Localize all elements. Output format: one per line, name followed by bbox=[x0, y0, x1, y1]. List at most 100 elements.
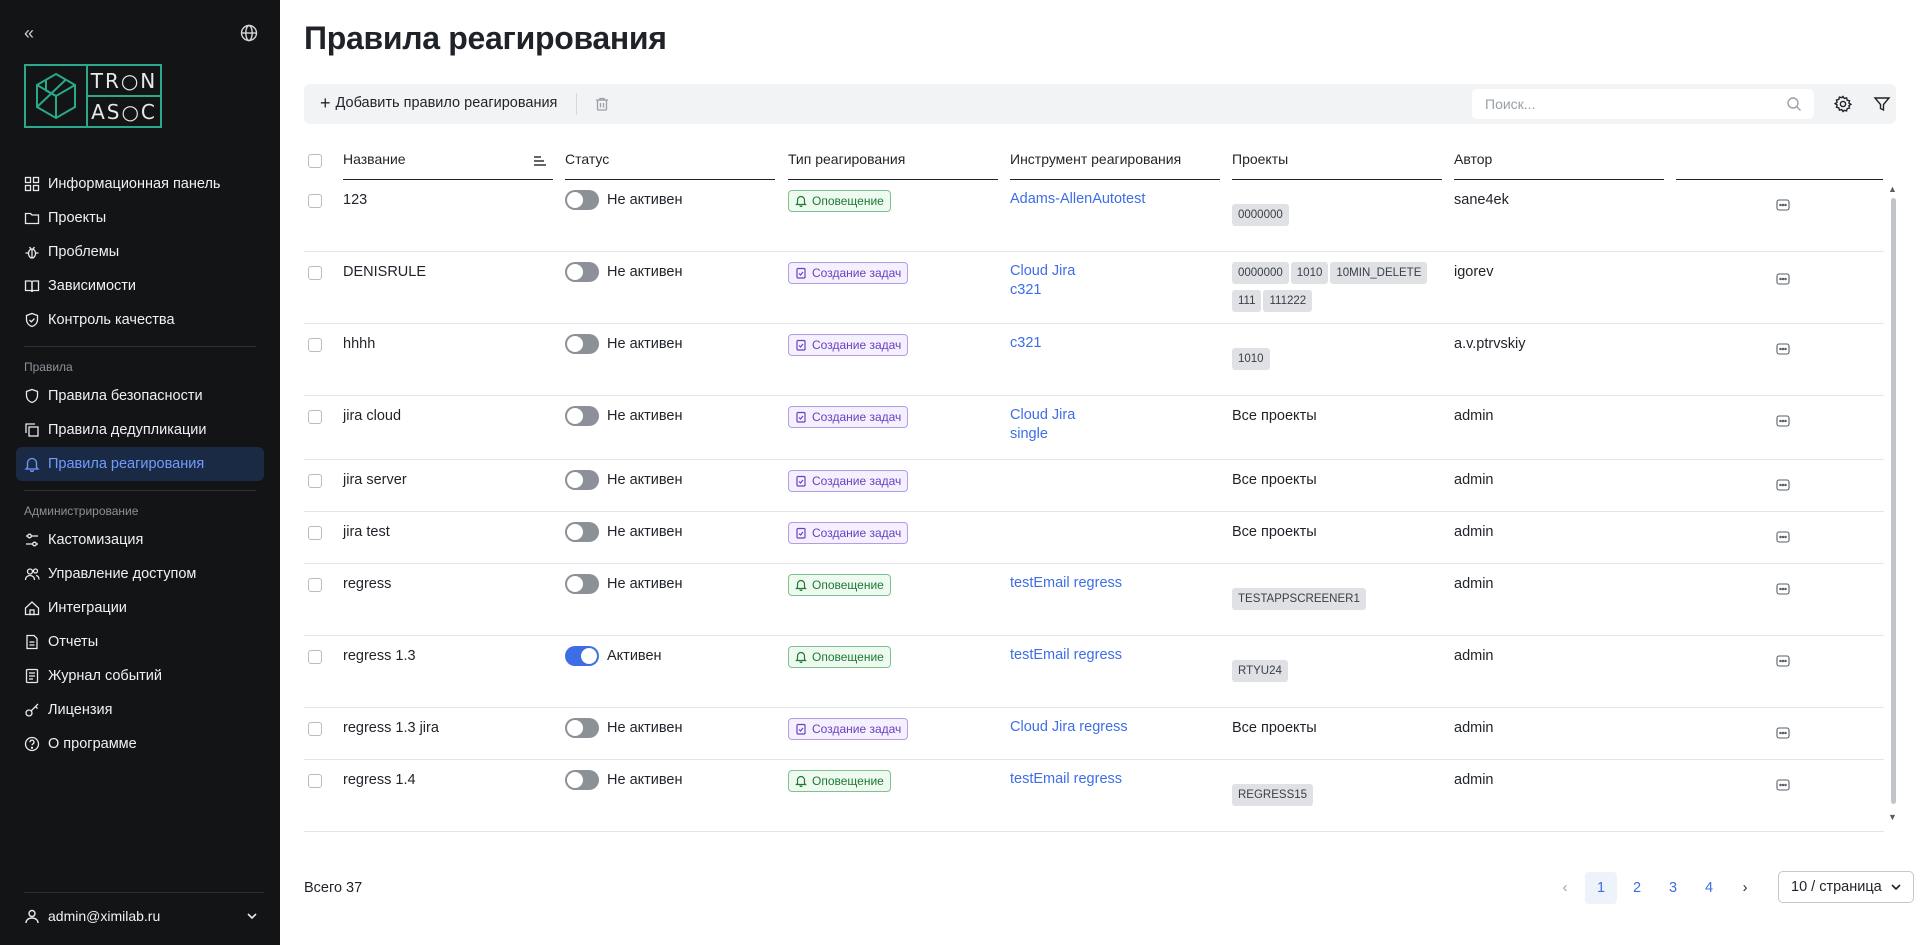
rule-name[interactable]: regress bbox=[343, 576, 391, 592]
status-toggle[interactable] bbox=[565, 646, 599, 666]
more-actions-icon[interactable] bbox=[1776, 582, 1790, 596]
row-checkbox[interactable] bbox=[308, 578, 322, 592]
table-row[interactable]: regress 1.3 Активен Оповещение testEmail re… bbox=[304, 636, 1884, 708]
row-checkbox[interactable] bbox=[308, 410, 322, 424]
column-header-tool[interactable]: Инструмент реагирования bbox=[1010, 151, 1181, 167]
sort-icon[interactable] bbox=[533, 155, 547, 167]
column-header-status[interactable]: Статус bbox=[565, 151, 609, 167]
page-size-select[interactable]: 10 / страница bbox=[1778, 871, 1914, 903]
column-header-type[interactable]: Тип реагирования bbox=[788, 151, 905, 167]
page-3-button[interactable]: 3 bbox=[1657, 872, 1689, 904]
tool-link[interactable]: c321 bbox=[1010, 331, 1041, 355]
column-header-projects[interactable]: Проекты bbox=[1232, 151, 1288, 167]
tool-link[interactable]: testEmail regress bbox=[1010, 643, 1122, 667]
scroll-up-arrow[interactable]: ▲ bbox=[1888, 184, 1897, 194]
rule-name[interactable]: regress 1.3 jira bbox=[343, 720, 439, 736]
rule-name[interactable]: hhhh bbox=[343, 336, 375, 352]
table-row[interactable]: regress 1.4 Не активен Оповещение testEmail… bbox=[304, 760, 1884, 832]
sidebar-item-book[interactable]: Зависимости bbox=[16, 269, 264, 303]
sidebar-item-dashboard[interactable]: Информационная панель bbox=[16, 167, 264, 201]
row-checkbox[interactable] bbox=[308, 650, 322, 664]
rule-name[interactable]: regress 1.4 bbox=[343, 772, 416, 788]
sidebar-item-help[interactable]: О программе bbox=[16, 727, 264, 761]
status-toggle[interactable] bbox=[565, 334, 599, 354]
rule-name[interactable]: jira cloud bbox=[343, 408, 401, 424]
sidebar-item-users[interactable]: Управление доступом bbox=[16, 557, 264, 591]
add-rule-button[interactable]: + Добавить правило реагирования bbox=[320, 94, 557, 112]
row-checkbox[interactable] bbox=[308, 774, 322, 788]
status-toggle[interactable] bbox=[565, 522, 599, 542]
rule-name[interactable]: regress 1.3 bbox=[343, 648, 416, 664]
more-actions-icon[interactable] bbox=[1776, 778, 1790, 792]
sidebar-item-folder[interactable]: Проекты bbox=[16, 201, 264, 235]
table-row[interactable]: hhhh Не активен Создание задач c321 1010 a.v.… bbox=[304, 324, 1884, 396]
rule-name[interactable]: jira server bbox=[343, 472, 407, 488]
status-toggle[interactable] bbox=[565, 470, 599, 490]
table-row[interactable]: DENISRULE Не активен Создание задач Cloud J… bbox=[304, 252, 1884, 324]
filter-icon[interactable] bbox=[1873, 95, 1891, 113]
status-toggle[interactable] bbox=[565, 262, 599, 282]
row-checkbox[interactable] bbox=[308, 194, 322, 208]
status-toggle[interactable] bbox=[565, 190, 599, 210]
select-all-checkbox[interactable] bbox=[308, 154, 322, 168]
page-2-button[interactable]: 2 bbox=[1621, 872, 1653, 904]
sidebar-item-sliders[interactable]: Кастомизация bbox=[16, 523, 264, 557]
row-checkbox[interactable] bbox=[308, 338, 322, 352]
sidebar-item-key[interactable]: Лицензия bbox=[16, 693, 264, 727]
sidebar-item-bell[interactable]: Правила реагирования bbox=[16, 447, 264, 481]
more-actions-icon[interactable] bbox=[1776, 726, 1790, 740]
sidebar-item-shield-check[interactable]: Контроль качества bbox=[16, 303, 264, 337]
status-toggle[interactable] bbox=[565, 718, 599, 738]
next-page-button[interactable]: › bbox=[1729, 872, 1761, 904]
more-actions-icon[interactable] bbox=[1776, 478, 1790, 492]
sidebar-item-plug[interactable]: Интеграции bbox=[16, 591, 264, 625]
page-4-button[interactable]: 4 bbox=[1693, 872, 1725, 904]
scroll-down-arrow[interactable]: ▼ bbox=[1888, 812, 1897, 822]
status-toggle[interactable] bbox=[565, 406, 599, 426]
search-input[interactable] bbox=[1485, 96, 1775, 112]
tool-link[interactable]: Adams-AllenAutotest bbox=[1010, 187, 1145, 211]
more-actions-icon[interactable] bbox=[1776, 654, 1790, 668]
row-checkbox[interactable] bbox=[308, 526, 322, 540]
sidebar-item-report[interactable]: Отчеты bbox=[16, 625, 264, 659]
trash-icon[interactable] bbox=[594, 96, 610, 112]
column-header-name[interactable]: Название bbox=[343, 151, 406, 167]
rule-name[interactable]: 123 bbox=[343, 192, 367, 208]
more-actions-icon[interactable] bbox=[1776, 414, 1790, 428]
gear-icon[interactable] bbox=[1834, 95, 1852, 113]
table-row[interactable]: jira test Не активен Создание задач Все про… bbox=[304, 512, 1884, 564]
table-row[interactable]: regress 1.3 jira Не активен Создание задач… bbox=[304, 708, 1884, 760]
table-row[interactable]: jira server Не активен Создание задач Все п… bbox=[304, 460, 1884, 512]
status-toggle[interactable] bbox=[565, 574, 599, 594]
row-checkbox[interactable] bbox=[308, 474, 322, 488]
search-icon[interactable] bbox=[1786, 96, 1802, 112]
row-checkbox[interactable] bbox=[308, 722, 322, 736]
scrollbar-thumb[interactable] bbox=[1891, 198, 1896, 804]
more-actions-icon[interactable] bbox=[1776, 342, 1790, 356]
tool-link[interactable]: Cloud Jira regress bbox=[1010, 715, 1128, 739]
rule-name[interactable]: DENISRULE bbox=[343, 264, 426, 280]
type-badge-label: Создание задач bbox=[812, 526, 902, 540]
status-toggle[interactable] bbox=[565, 770, 599, 790]
sidebar-item-log[interactable]: Журнал событий bbox=[16, 659, 264, 693]
row-checkbox[interactable] bbox=[308, 266, 322, 280]
globe-icon[interactable] bbox=[240, 24, 258, 42]
collapse-sidebar-icon[interactable]: « bbox=[24, 24, 34, 42]
rule-name[interactable]: jira test bbox=[343, 524, 390, 540]
sidebar-item-copy[interactable]: Правила дедупликации bbox=[16, 413, 264, 447]
tool-link[interactable]: testEmail regress bbox=[1010, 767, 1122, 791]
page-1-button[interactable]: 1 bbox=[1585, 872, 1617, 904]
sidebar-item-label: Кастомизация bbox=[48, 532, 144, 548]
table-row[interactable]: jira cloud Не активен Создание задач Cloud … bbox=[304, 396, 1884, 460]
sidebar-item-shield[interactable]: Правила безопасности bbox=[16, 379, 264, 413]
user-menu[interactable]: admin@ximilab.ru bbox=[24, 904, 264, 928]
table-row[interactable]: 123 Не активен Оповещение Adams-AllenAutote… bbox=[304, 180, 1884, 252]
more-actions-icon[interactable] bbox=[1776, 198, 1790, 212]
prev-page-button[interactable]: ‹ bbox=[1549, 872, 1581, 904]
column-header-author[interactable]: Автор bbox=[1454, 151, 1492, 167]
sidebar-item-bug[interactable]: Проблемы bbox=[16, 235, 264, 269]
tool-link[interactable]: testEmail regress bbox=[1010, 571, 1122, 595]
more-actions-icon[interactable] bbox=[1776, 530, 1790, 544]
table-row[interactable]: regress Не активен Оповещение testEmail reg… bbox=[304, 564, 1884, 636]
more-actions-icon[interactable] bbox=[1776, 272, 1790, 286]
